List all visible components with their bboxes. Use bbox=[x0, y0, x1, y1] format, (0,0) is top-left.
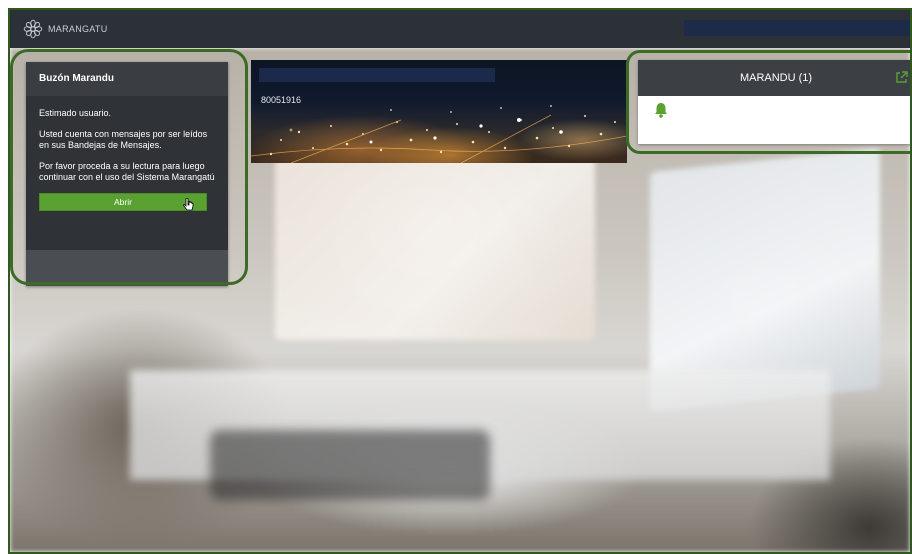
top-navigation-bar: MARANGATU bbox=[10, 10, 910, 48]
highlight-outline-right bbox=[626, 50, 910, 154]
taxpayer-id: 80051916 bbox=[261, 95, 302, 105]
logo-text: MARANGATU bbox=[48, 24, 108, 34]
city-night-banner: 80051916 bbox=[251, 60, 627, 163]
taxpayer-name-redacted bbox=[259, 68, 495, 82]
logo-flower-icon bbox=[23, 19, 43, 39]
highlight-outline-left bbox=[10, 49, 248, 285]
app-logo[interactable]: MARANGATU bbox=[22, 19, 108, 39]
page-frame: MARANGATU Buzón Marandu Estimado usuario… bbox=[8, 8, 912, 554]
user-info-redacted bbox=[684, 20, 910, 36]
background-keyboard bbox=[210, 430, 490, 500]
